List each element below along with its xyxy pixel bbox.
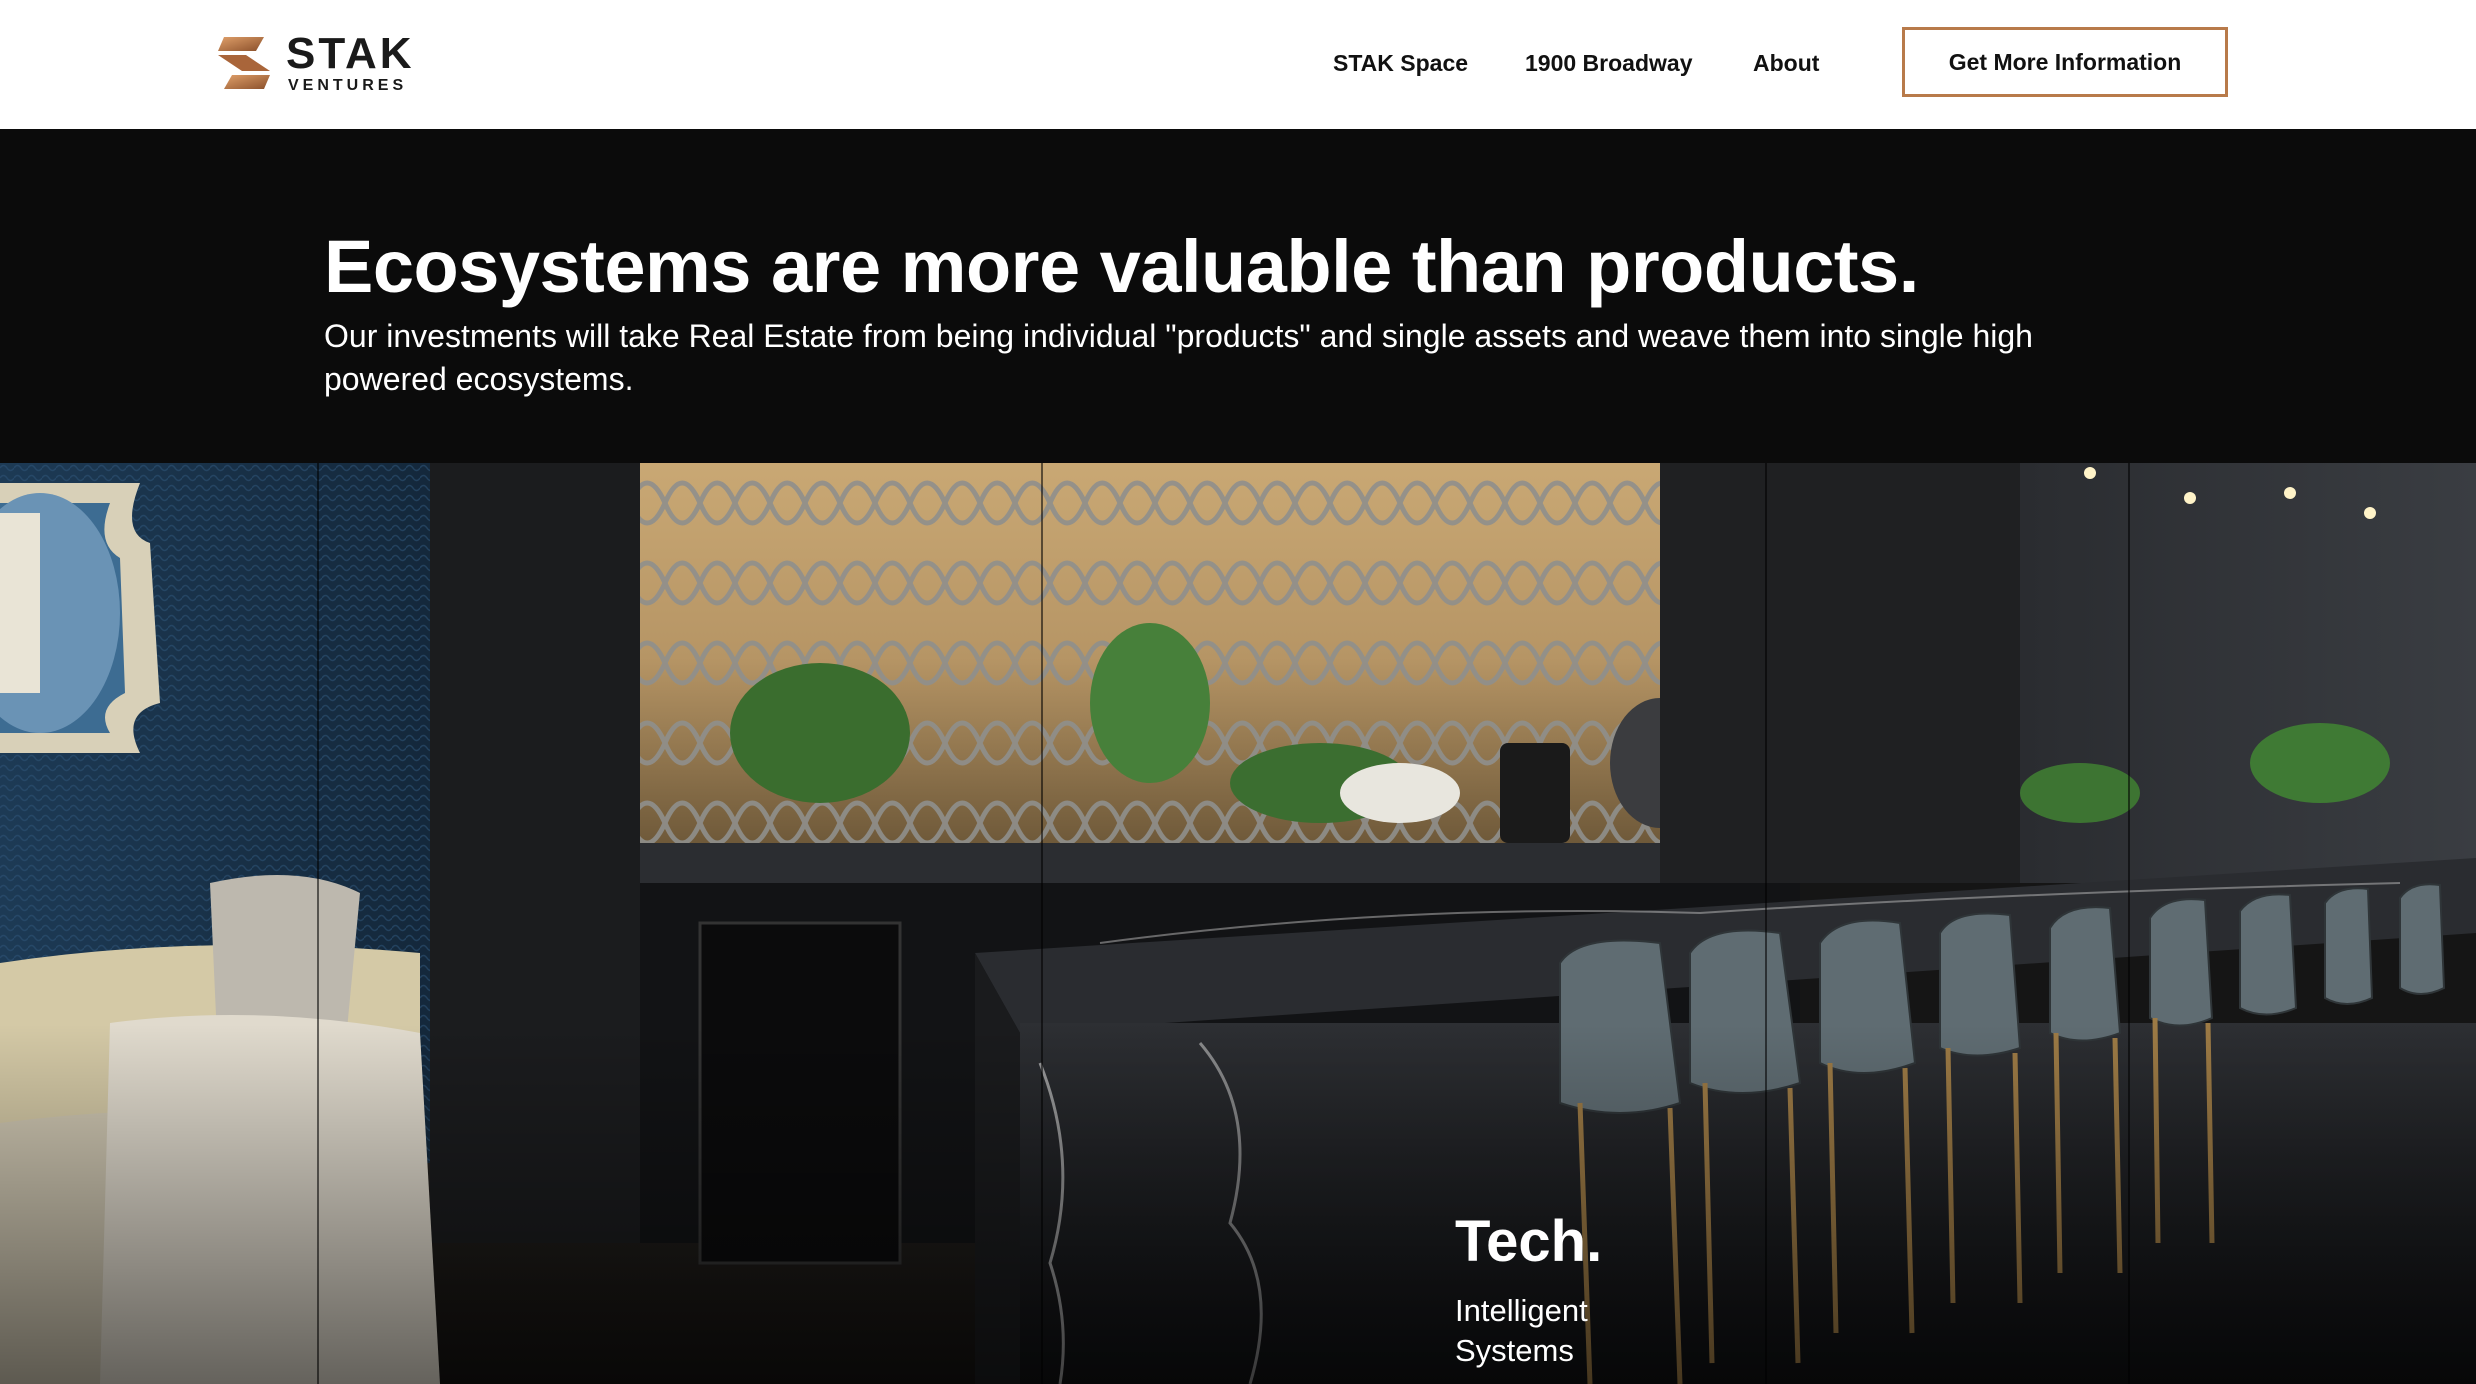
intro-subtext: Our investments will take Real Estate fr…	[324, 318, 2033, 397]
intro-section: Ecosystems are more valuable than produc…	[0, 129, 2476, 463]
nav-link-1900-broadway[interactable]: 1900 Broadway	[1525, 50, 1692, 77]
feature-title: Tech.	[1455, 1209, 1603, 1274]
page-headline: Ecosystems are more valuable than produc…	[324, 225, 1919, 308]
get-more-information-button[interactable]: Get More Information	[1902, 27, 2228, 97]
hero-shade	[0, 1024, 2476, 1384]
logo-word: STAK	[286, 29, 415, 78]
hero-section: Tech. Intelligent Systems	[0, 463, 2476, 1384]
stak-logo-icon	[218, 37, 270, 89]
nav-link-stak-space[interactable]: STAK Space	[1333, 50, 1468, 77]
nav-link-about[interactable]: About	[1753, 50, 1819, 77]
feature-description: Intelligent Systems	[1455, 1293, 1588, 1368]
site-header: STAK VENTURES STAK Space 1900 Broadway A…	[0, 0, 2476, 129]
logo[interactable]: STAK VENTURES	[218, 32, 448, 94]
logo-subtitle: VENTURES	[288, 77, 408, 94]
feature-tech[interactable]: Tech. Intelligent Systems	[1455, 1213, 1855, 1371]
logo-text: STAK VENTURES	[286, 32, 415, 94]
